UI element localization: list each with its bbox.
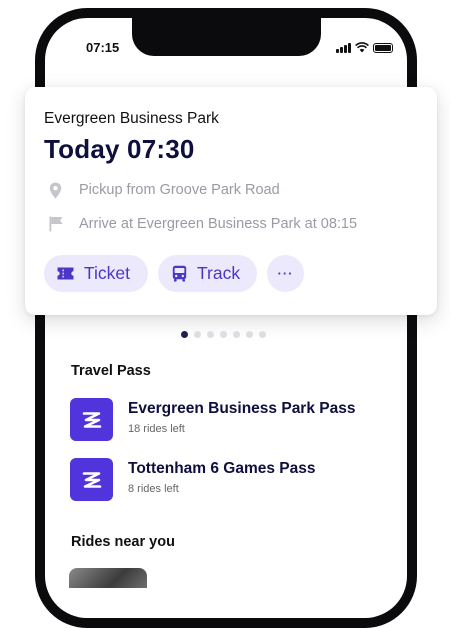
arrive-row: Arrive at Evergreen Business Park at 08:… <box>49 215 357 233</box>
phone-notch <box>132 18 321 56</box>
pagination-dot[interactable] <box>194 331 201 338</box>
more-options-button[interactable]: ··· <box>267 255 304 292</box>
pagination-dot[interactable] <box>259 331 266 338</box>
track-label: Track <box>197 263 241 283</box>
pickup-text: Pickup from Groove Park Road <box>79 182 280 198</box>
pass-logo-icon <box>70 458 113 501</box>
wifi-icon <box>354 42 369 53</box>
status-icons <box>336 40 393 53</box>
pass-logo-icon <box>70 398 113 441</box>
pagination-dot-active[interactable] <box>181 331 188 338</box>
status-time: 07:15 <box>86 40 120 55</box>
pass-rides-left: 8 rides left <box>128 483 179 495</box>
pagination-dot[interactable] <box>246 331 253 338</box>
track-button[interactable]: Track <box>158 255 257 292</box>
pass-rides-left: 18 rides left <box>128 423 185 435</box>
more-options-icon: ··· <box>277 266 294 281</box>
pass-name: Evergreen Business Park Pass <box>128 400 356 417</box>
pagination-dot[interactable] <box>233 331 240 338</box>
pagination-dot[interactable] <box>207 331 214 338</box>
ticket-icon <box>57 267 74 280</box>
pass-item[interactable]: Tottenham 6 Games Pass 8 rides left <box>70 458 370 504</box>
arrive-text: Arrive at Evergreen Business Park at 08:… <box>79 216 358 232</box>
signal-icon <box>336 42 351 53</box>
bus-icon <box>172 265 187 282</box>
pass-item[interactable]: Evergreen Business Park Pass 18 rides le… <box>70 398 370 444</box>
location-pin-icon <box>49 182 62 198</box>
ticket-label: Ticket <box>84 263 131 283</box>
pagination-dot[interactable] <box>220 331 227 338</box>
trip-departure-time: Today 07:30 <box>44 134 195 164</box>
battery-icon <box>372 43 393 53</box>
flag-icon <box>49 216 63 232</box>
trip-destination: Evergreen Business Park <box>44 110 219 127</box>
upcoming-trip-card[interactable]: Evergreen Business Park Today 07:30 Pick… <box>25 87 437 315</box>
pickup-row: Pickup from Groove Park Road <box>49 181 280 199</box>
ticket-button[interactable]: Ticket <box>44 255 148 292</box>
carousel-pagination[interactable] <box>181 331 266 338</box>
rides-near-you-heading: Rides near you <box>71 534 175 550</box>
travel-pass-heading: Travel Pass <box>71 363 151 379</box>
ride-thumbnail[interactable] <box>69 568 147 588</box>
pass-name: Tottenham 6 Games Pass <box>128 460 316 477</box>
